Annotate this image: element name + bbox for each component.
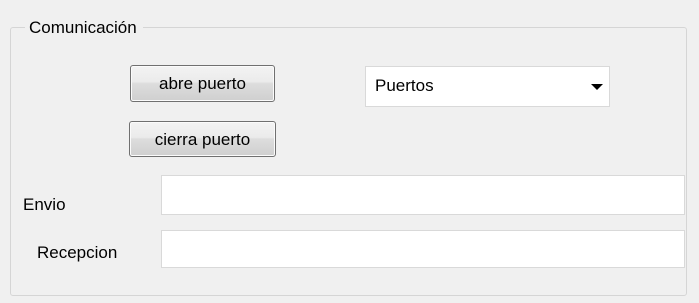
ports-dropdown-value: Puertos <box>375 76 434 95</box>
dropdown-arrow-icon[interactable] <box>591 84 603 90</box>
send-label: Envio <box>23 195 66 214</box>
close-port-button[interactable]: cierra puerto <box>129 121 276 157</box>
ports-dropdown[interactable]: Puertos <box>365 66 610 107</box>
communication-group-title: Comunicación <box>25 17 143 39</box>
receive-label: Recepcion <box>37 243 118 262</box>
receive-field[interactable] <box>161 230 685 268</box>
send-field[interactable] <box>161 175 685 215</box>
open-port-button[interactable]: abre puerto <box>130 65 275 102</box>
